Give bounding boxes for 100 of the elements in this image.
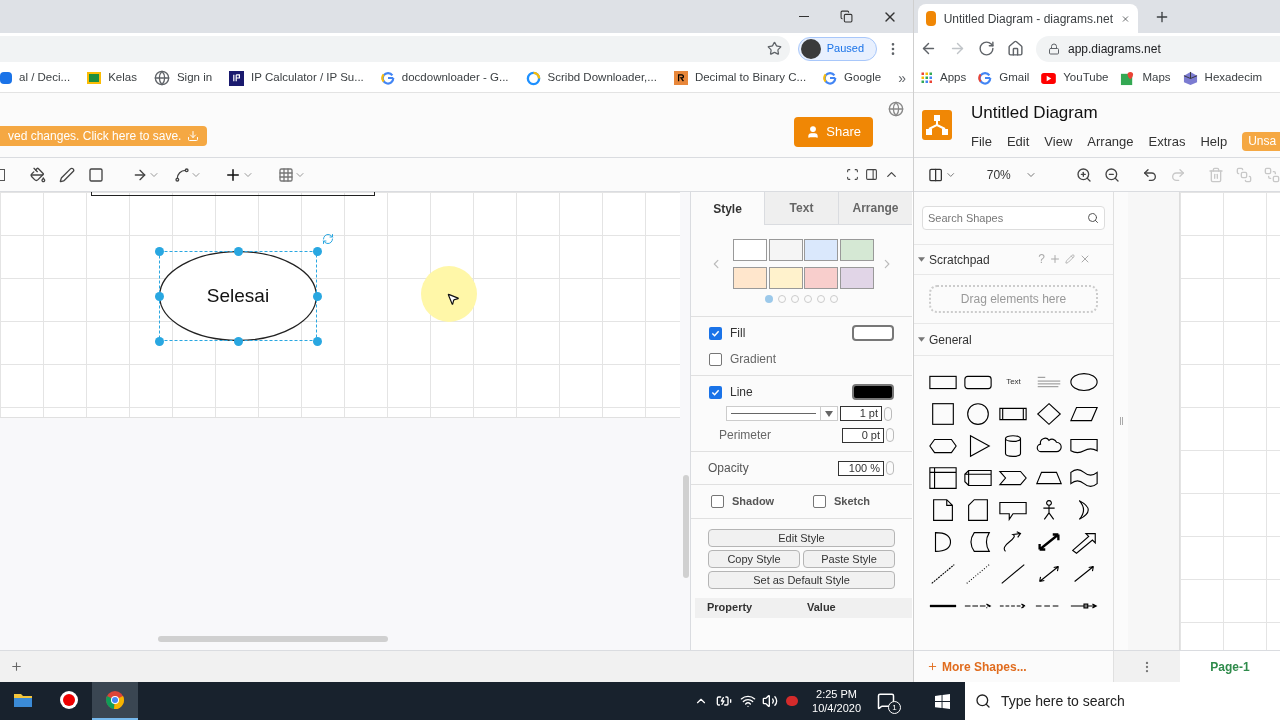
menu-item[interactable]: Edit: [1006, 131, 1030, 151]
resize-handle[interactable]: [154, 291, 164, 301]
zoom-out-icon[interactable]: [1104, 166, 1120, 183]
browser-tab[interactable]: Untitled Diagram - diagrams.net: [918, 4, 1138, 33]
resize-handle[interactable]: [312, 246, 322, 256]
tape-icon[interactable]: [1069, 466, 1100, 490]
notifications-icon[interactable]: [877, 692, 895, 710]
reload-icon[interactable]: [978, 40, 995, 57]
pen-icon[interactable]: [59, 166, 75, 183]
bookmark[interactable]: Maps: [1120, 69, 1171, 87]
zoom-in-icon[interactable]: [1076, 166, 1092, 183]
menu-item[interactable]: View: [1044, 131, 1073, 151]
bookmarks-overflow[interactable]: »: [898, 67, 906, 89]
undo-icon[interactable]: [1142, 166, 1158, 183]
resize-handle[interactable]: [154, 246, 164, 256]
horizontal-scrollbar[interactable]: [158, 636, 388, 642]
general-header[interactable]: General: [914, 324, 1113, 356]
checkbox[interactable]: [709, 385, 722, 399]
home-icon[interactable]: [1007, 40, 1024, 57]
menu-item[interactable]: File: [971, 131, 992, 151]
checkbox[interactable]: [711, 494, 724, 508]
format-panel-icon[interactable]: [865, 168, 878, 181]
panel-layout-icon[interactable]: [928, 166, 944, 183]
bookmark[interactable]: Scribd Downloader,...: [525, 69, 657, 87]
menu-item[interactable]: Extras: [1148, 131, 1186, 151]
menu-item[interactable]: Help: [1200, 131, 1228, 151]
text-shape[interactable]: Text: [996, 370, 1031, 394]
shadow-icon[interactable]: [88, 166, 104, 183]
globe-icon[interactable]: [888, 101, 904, 117]
bookmark[interactable]: YouTube: [1041, 69, 1109, 87]
style-swatch[interactable]: [768, 239, 803, 261]
resize-handle[interactable]: [312, 291, 322, 301]
vertical-scrollbar[interactable]: [683, 475, 689, 578]
bookmark[interactable]: Decimal to Binary C...: [673, 69, 807, 87]
paint-bucket-icon[interactable]: [30, 166, 46, 183]
fill-color-button[interactable]: [852, 325, 894, 341]
resize-handle[interactable]: [233, 246, 243, 256]
rotate-handle-icon[interactable]: [322, 233, 334, 245]
bookmark[interactable]: Gmail: [978, 69, 1030, 87]
line-width-field[interactable]: 1 pt: [840, 406, 882, 421]
bookmark[interactable]: Apps: [921, 69, 967, 87]
property-header[interactable]: Property: [695, 599, 795, 616]
new-tab-icon[interactable]: [1154, 9, 1170, 25]
fullscreen-icon[interactable]: [846, 168, 859, 181]
bookmark[interactable]: al / Deci...: [0, 69, 71, 87]
search-input[interactable]: Search Shapes: [928, 209, 1087, 227]
style-swatch[interactable]: [733, 267, 768, 289]
table-icon[interactable]: [278, 166, 294, 183]
battery-icon[interactable]: [716, 693, 733, 709]
bookmark-star-icon[interactable]: [766, 41, 782, 56]
resize-handle[interactable]: [312, 336, 322, 346]
checkbox[interactable]: [709, 326, 722, 340]
copy-style-button[interactable]: Copy Style: [708, 549, 800, 568]
volume-icon[interactable]: [762, 693, 779, 709]
wifi-icon[interactable]: [740, 693, 757, 709]
zoom-dropdown[interactable]: 70%: [986, 165, 1037, 184]
bookmark[interactable]: Hexadecim: [1182, 69, 1263, 87]
paste-style-button[interactable]: Paste Style: [803, 549, 895, 568]
shape-icon[interactable]: [0, 168, 5, 181]
style-swatch[interactable]: [804, 267, 839, 289]
tray-app-icon[interactable]: [786, 696, 799, 706]
line-color-button[interactable]: [852, 384, 894, 400]
bookmark[interactable]: Google: [823, 69, 882, 87]
style-swatch[interactable]: [733, 239, 768, 261]
bookmark[interactable]: docdownloader - G...: [380, 69, 509, 87]
bookmark[interactable]: IP Calculator / IP Su...: [229, 69, 364, 87]
internal-storage-icon[interactable]: [927, 466, 958, 490]
menu-item[interactable]: Arrange: [1087, 131, 1134, 151]
format-tab[interactable]: Arrange: [838, 192, 912, 225]
search-input[interactable]: Type here to search: [1001, 690, 1280, 712]
diagram-title[interactable]: Untitled Diagram: [971, 100, 1280, 126]
address-field[interactable]: app.diagrams.net: [1036, 35, 1280, 62]
style-swatch[interactable]: [768, 267, 803, 289]
resize-handle[interactable]: [154, 336, 164, 346]
perimeter-field[interactable]: 0 pt: [842, 427, 884, 443]
format-tab[interactable]: Text: [764, 192, 838, 225]
style-swatch[interactable]: [804, 239, 839, 261]
splitter-handle[interactable]: [1119, 417, 1123, 425]
profile-button[interactable]: Paused: [797, 36, 877, 61]
waypoint-icon[interactable]: [174, 166, 190, 183]
style-swatch[interactable]: [840, 239, 875, 261]
bookmark[interactable]: Sign in: [153, 69, 213, 87]
page-tab[interactable]: Page-1: [1180, 651, 1280, 682]
style-swatch[interactable]: [840, 267, 875, 289]
back-icon[interactable]: [920, 40, 937, 57]
ellipse-icon[interactable]: [1069, 370, 1100, 394]
windows-logo-icon[interactable]: [934, 693, 950, 709]
bookmark[interactable]: Kelas: [87, 69, 137, 87]
checkbox[interactable]: [709, 352, 722, 366]
address-field[interactable]: [0, 35, 790, 62]
search-shapes-field[interactable]: Search Shapes: [922, 206, 1105, 230]
default-style-button[interactable]: Set as Default Style: [708, 570, 895, 589]
edit-style-button[interactable]: Edit Style: [708, 528, 895, 547]
line-style-dropdown[interactable]: [726, 406, 838, 421]
clock[interactable]: 2:25 PM 10/4/2020: [812, 687, 861, 715]
checkbox[interactable]: [813, 494, 826, 508]
add-page-icon[interactable]: [10, 660, 23, 673]
resize-handle[interactable]: [233, 336, 243, 346]
taskbar-search-field[interactable]: Type here to search: [965, 682, 1280, 720]
opacity-field[interactable]: 100 %: [838, 460, 884, 476]
